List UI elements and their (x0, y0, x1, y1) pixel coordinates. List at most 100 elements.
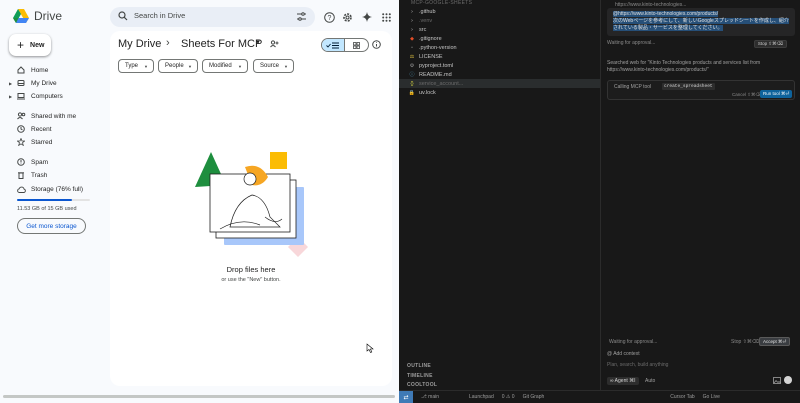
horizontal-scrollbar[interactable] (3, 395, 395, 398)
branch-status[interactable]: ⎇ main (421, 394, 439, 400)
timeline-panel-header[interactable]: TIMELINE (407, 373, 433, 379)
web-search-result: Searched web for "Kinto Technologies pro… (607, 60, 761, 73)
explorer-file-item[interactable]: 🔒 uv.lock (407, 88, 436, 97)
problems-status[interactable]: 0 ⚠ 0 (502, 394, 515, 400)
explorer-file-item[interactable]: ◆ .gitignore (407, 34, 442, 43)
folder-menu-dropdown-icon[interactable]: ▼ (255, 40, 261, 46)
storage-progress-fill (17, 199, 73, 201)
explorer-file-name: uv.lock (419, 89, 436, 96)
apps-grid-icon[interactable] (379, 10, 393, 24)
sidebar-item-label: Starred (31, 138, 53, 146)
branch-name: main (428, 394, 439, 400)
explorer-file-name: .gitignore (419, 35, 442, 42)
git-graph-button[interactable]: Git Graph (523, 394, 545, 400)
user-message-text: 次のWebページを参考にして、新しいGoogleスプレッドシートを作成し、紹介さ… (613, 18, 789, 31)
image-attach-icon[interactable] (773, 377, 781, 384)
remote-icon[interactable]: ⇄ (399, 391, 413, 403)
info-icon[interactable] (372, 40, 381, 49)
filter-people-chip[interactable]: People ▼ (158, 59, 198, 73)
sidebar-item-computers[interactable]: ▶ Computers (9, 90, 104, 102)
bottom-approval-row: Waiting for approval... Stop ⇧⌘⌫ Accept … (607, 337, 795, 347)
grid-view-icon (353, 41, 360, 49)
search-options-icon[interactable] (297, 12, 306, 21)
explorer-file-item[interactable]: › .venv (407, 16, 432, 25)
add-context-button[interactable]: @ Add context (607, 351, 640, 357)
cursor-tab-status[interactable]: Cursor Tab (670, 394, 694, 400)
model-selector[interactable]: Auto (645, 378, 655, 384)
filter-modified-chip[interactable]: Modified ▼ (202, 59, 248, 73)
breadcrumb-separator: › (166, 37, 170, 49)
breadcrumb-my-drive[interactable]: My Drive (118, 38, 161, 50)
sidebar-item-label: Home (31, 66, 49, 74)
sidebar-item-trash[interactable]: Trash (9, 169, 104, 181)
view-toggle (321, 38, 369, 52)
google-drive-window: Drive Search in Drive ? + New Home ▶ My … (0, 0, 399, 403)
git-icon: ◆ (410, 35, 414, 42)
chat-input[interactable]: Plan, search, build anything (607, 362, 668, 368)
sidebar-item-starred[interactable]: Starred (9, 136, 104, 148)
svg-text:?: ? (327, 15, 331, 22)
sidebar-item-shared-with-me[interactable]: Shared with me (9, 110, 104, 122)
send-button[interactable] (784, 376, 792, 384)
cancel-tool-button[interactable]: Cancel ⇧⌘⌫ (732, 92, 762, 98)
explorer-file-name: pyproject.toml (419, 62, 454, 69)
go-live-button[interactable]: Go Live (703, 394, 720, 400)
home-icon (15, 66, 27, 74)
explorer-file-name: .venv (419, 17, 433, 24)
filter-source-chip[interactable]: Source ▼ (253, 59, 294, 73)
sidebar-item-label: Computers (31, 92, 63, 100)
accept-button[interactable]: Accept ⌘⏎ (759, 337, 791, 346)
settings-gear-icon[interactable] (340, 10, 354, 24)
sidebar-item-spam[interactable]: Spam (9, 156, 104, 168)
sidebar-item-storage[interactable]: Storage (76% full) (9, 183, 104, 195)
explorer-file-item[interactable]: ▫ .python-version (407, 43, 457, 52)
launchpad-status[interactable]: Launchpad (469, 394, 494, 400)
bottom-stop-button[interactable]: Stop ⇧⌘⌫ (731, 339, 759, 345)
help-icon[interactable]: ? (322, 10, 336, 24)
drive-logo[interactable]: Drive (13, 9, 62, 23)
outline-panel-header[interactable]: OUTLINE (407, 363, 431, 369)
sidebar-item-home[interactable]: Home (9, 64, 104, 76)
sidebar-item-label: Trash (31, 171, 48, 179)
folder-share-icon[interactable] (270, 40, 279, 48)
drive-app-name: Drive (34, 9, 63, 23)
trash-icon (15, 171, 27, 179)
explorer-file-item[interactable]: › .github (407, 7, 435, 16)
stop-button[interactable]: Stop ⇧⌘⌫ (753, 40, 787, 48)
tool-name: create_spreadsheet (662, 83, 715, 90)
drive-topbar: Drive Search in Drive ? (0, 0, 399, 34)
sidebar-item-recent[interactable]: Recent (9, 123, 104, 135)
explorer-file-item[interactable]: ⚙ pyproject.toml (407, 61, 454, 70)
grid-view-button[interactable] (345, 39, 368, 51)
list-view-button[interactable] (322, 39, 346, 51)
explorer-file-name: README.md (419, 71, 452, 78)
new-button[interactable]: + New (9, 34, 51, 56)
explorer-file-item[interactable]: {} service_account... (407, 79, 463, 88)
json-icon: {} (410, 80, 414, 87)
mcp-tool-call-card: Calling MCP tool create_spreadsheet Canc… (607, 80, 795, 100)
cooltool-panel-header[interactable]: COOLTOOL (407, 382, 437, 388)
file-icon: ▫ (411, 44, 413, 51)
empty-state-subtitle: or use the "New" button. (221, 277, 281, 283)
sidebar-item-my-drive[interactable]: ▶ My Drive (9, 77, 104, 89)
lock-icon: 🔒 (408, 89, 416, 96)
gemini-sparkle-icon[interactable] (360, 10, 374, 24)
sidebar-item-label: Shared with me (31, 112, 77, 120)
run-tool-button[interactable]: Run tool ⌘⏎ (760, 90, 793, 98)
breadcrumb-current-folder[interactable]: Sheets For MCP (181, 38, 262, 50)
clock-icon (15, 125, 27, 133)
filter-type-chip[interactable]: Type ▼ (118, 59, 154, 73)
sidebar-item-label: My Drive (31, 79, 57, 87)
search-input[interactable]: Search in Drive (110, 7, 315, 27)
agent-mode-selector[interactable]: ∞ Agent ⌘I (607, 377, 639, 385)
shared-icon (15, 112, 27, 120)
user-message-url[interactable]: @https://www.kinto-technologies.com/prod… (613, 11, 719, 17)
chat-mode-row: ∞ Agent ⌘I Auto (607, 376, 795, 385)
sidebar-item-label: Spam (31, 158, 48, 166)
explorer-file-item[interactable]: ⚖ LICENSE (407, 52, 443, 61)
explorer-file-name: service_account... (419, 80, 464, 87)
get-more-storage-button[interactable]: Get more storage (17, 218, 86, 234)
explorer-file-item[interactable]: › src (407, 25, 426, 34)
explorer-file-item[interactable]: ⓘ README.md (407, 70, 452, 79)
plus-icon: + (17, 38, 25, 52)
